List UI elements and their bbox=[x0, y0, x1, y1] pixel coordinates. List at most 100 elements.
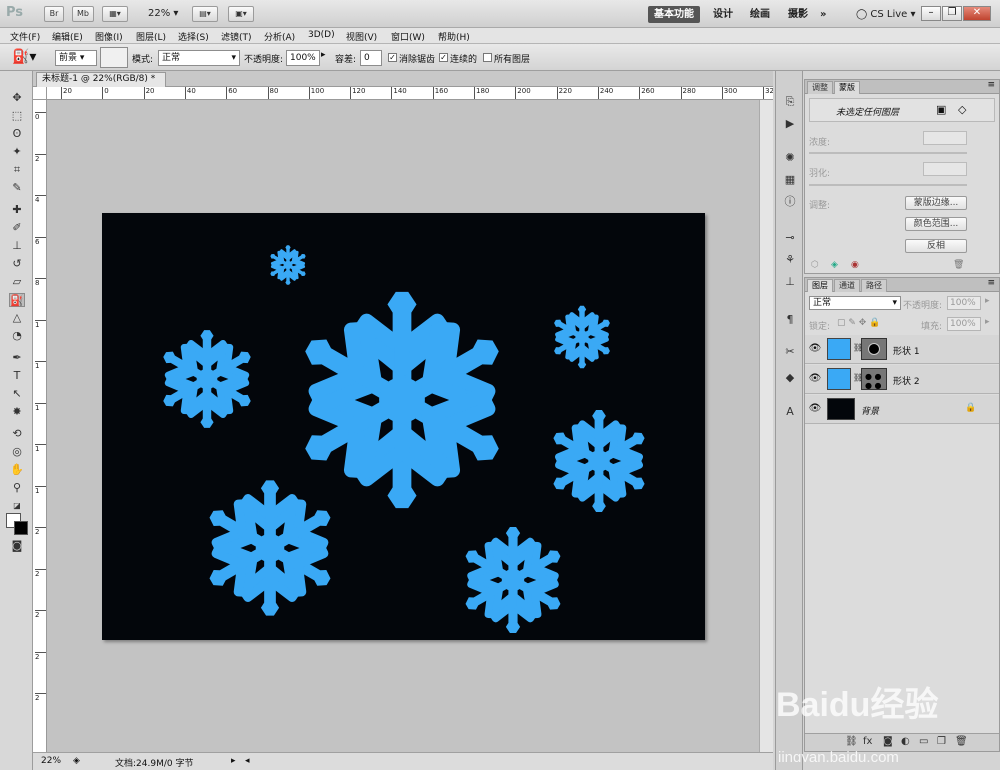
brushes-panel-icon[interactable]: ⊸ bbox=[782, 231, 798, 245]
color-range-button[interactable]: 颜色范围... bbox=[905, 217, 967, 231]
hand-tool-icon[interactable]: ✋ bbox=[9, 463, 25, 477]
clone-stamp-tool-icon[interactable]: ⊥ bbox=[9, 239, 25, 253]
feather-input[interactable] bbox=[923, 162, 967, 176]
quick-mask-icon[interactable]: ◙ bbox=[9, 539, 25, 553]
antialias-checkbox[interactable]: ✓ bbox=[388, 53, 397, 62]
feather-slider[interactable] bbox=[809, 184, 967, 186]
visibility-eye-icon[interactable]: 👁 bbox=[808, 342, 822, 356]
tab-adjustments[interactable]: 调整 bbox=[807, 81, 833, 94]
menu-image[interactable]: 图像(I) bbox=[95, 30, 123, 43]
load-selection-icon[interactable]: ⬡ bbox=[811, 260, 819, 270]
workspace-design[interactable]: 设计 bbox=[707, 6, 739, 23]
swap-colors-icon[interactable]: ◪ ⇄ bbox=[9, 499, 25, 524]
fill-input[interactable]: 100% bbox=[947, 317, 981, 331]
layer-opacity-input[interactable]: 100% bbox=[947, 296, 981, 310]
mask-edge-button[interactable]: 蒙版边缘... bbox=[905, 196, 967, 210]
lock-icons[interactable]: ▢ ✎ ✥ 🔒 bbox=[837, 318, 880, 328]
ruler-origin[interactable] bbox=[33, 87, 47, 100]
clone-source-panel-icon[interactable]: ⚘ bbox=[782, 253, 798, 267]
vector-mask-icon[interactable]: ◇ bbox=[958, 103, 966, 116]
paint-bucket-preset-icon[interactable]: ⛽▾ bbox=[12, 49, 36, 65]
healing-brush-tool-icon[interactable]: ✚ bbox=[9, 203, 25, 217]
workspace-photography[interactable]: 摄影 bbox=[782, 6, 814, 23]
paragraph-panel-icon[interactable]: ¶ bbox=[782, 313, 798, 327]
disable-mask-icon[interactable]: ◉ bbox=[851, 260, 859, 270]
paint-bucket-tool-icon[interactable]: ⛽ bbox=[9, 293, 25, 307]
density-slider[interactable] bbox=[809, 152, 967, 154]
info-panel-icon[interactable]: ⓘ bbox=[782, 195, 798, 209]
zoom-tool-icon[interactable]: ⚲ bbox=[9, 481, 25, 495]
menu-file[interactable]: 文件(F) bbox=[10, 30, 40, 43]
shape-tool-icon[interactable]: ✸ bbox=[9, 405, 25, 419]
document-tab[interactable]: 未标题-1 @ 22%(RGB/8) * ✕ bbox=[36, 72, 166, 97]
type-tool-icon[interactable]: T bbox=[9, 369, 25, 383]
workspace-painting[interactable]: 绘画 bbox=[744, 6, 776, 23]
panel-menu-icon[interactable]: ≡ bbox=[987, 80, 995, 90]
menu-edit[interactable]: 编辑(E) bbox=[52, 30, 83, 43]
quick-select-tool-icon[interactable]: ✦ bbox=[9, 145, 25, 159]
status-menu-arrow[interactable]: ▸ bbox=[231, 756, 236, 766]
minimize-button[interactable]: – bbox=[921, 6, 941, 21]
tab-channels[interactable]: 通道 bbox=[834, 279, 860, 292]
mode-select[interactable]: 正常 ▾ bbox=[158, 50, 240, 66]
vector-mask-thumbnail[interactable] bbox=[861, 338, 887, 360]
view-extras-button[interactable]: ▦▾ bbox=[102, 6, 128, 22]
blend-mode-select[interactable]: 正常 ▾ bbox=[809, 296, 901, 310]
brush-tool-icon[interactable]: ✐ bbox=[9, 221, 25, 235]
vector-mask-thumbnail[interactable]: ● ● ● ● bbox=[861, 368, 887, 390]
menu-layer[interactable]: 图层(L) bbox=[136, 30, 166, 43]
fill-source-select[interactable]: 前景 ▾ bbox=[55, 50, 97, 66]
status-zoom[interactable]: 22% bbox=[41, 756, 61, 766]
menu-filter[interactable]: 滤镜(T) bbox=[221, 30, 252, 43]
apply-mask-icon[interactable]: ◈ bbox=[831, 260, 838, 270]
blur-tool-icon[interactable]: △ bbox=[9, 311, 25, 325]
cs-live-button[interactable]: ◯ CS Live ▾ bbox=[850, 6, 922, 23]
density-input[interactable] bbox=[923, 131, 967, 145]
all-layers-checkbox[interactable] bbox=[483, 53, 492, 62]
tool-presets-panel-icon[interactable]: ✂ bbox=[782, 345, 798, 359]
layer-row-shape-1[interactable]: 👁 ⛓ 形状 1 bbox=[805, 335, 999, 364]
background-color-swatch[interactable] bbox=[14, 521, 28, 535]
menu-view[interactable]: 视图(V) bbox=[346, 30, 377, 43]
workspace-essentials[interactable]: 基本功能 bbox=[648, 6, 700, 23]
tolerance-input[interactable]: 0 bbox=[360, 50, 382, 66]
3d-orbit-tool-icon[interactable]: ◎ bbox=[9, 445, 25, 459]
move-tool-icon[interactable]: ✥ bbox=[9, 91, 25, 105]
layer-row-background[interactable]: 👁 背景 🔒 bbox=[805, 395, 999, 424]
eyedropper-tool-icon[interactable]: ✎ bbox=[9, 181, 25, 195]
eraser-tool-icon[interactable]: ▱ bbox=[9, 275, 25, 289]
pixel-mask-icon[interactable]: ▣ bbox=[936, 103, 946, 116]
menu-window[interactable]: 窗口(W) bbox=[391, 30, 425, 43]
status-info-icon[interactable]: ◈ bbox=[73, 756, 80, 766]
tab-masks[interactable]: 蒙版 bbox=[834, 81, 860, 94]
invert-button[interactable]: 反相 bbox=[905, 239, 967, 253]
menu-analysis[interactable]: 分析(A) bbox=[264, 30, 295, 43]
visibility-eye-icon[interactable]: 👁 bbox=[808, 402, 822, 416]
menu-3d[interactable]: 3D(D) bbox=[308, 30, 335, 40]
dodge-tool-icon[interactable]: ◔ bbox=[9, 329, 25, 343]
screen-mode-button[interactable]: ▣▾ bbox=[228, 6, 254, 22]
3d-panel-icon[interactable]: ◆ bbox=[782, 371, 798, 385]
workspace-more[interactable]: » bbox=[814, 6, 832, 23]
layer-opacity-slider-toggle[interactable]: ▸ bbox=[985, 296, 990, 306]
restore-button[interactable]: ❐ bbox=[942, 6, 962, 21]
tab-layers[interactable]: 图层 bbox=[807, 279, 833, 292]
crop-tool-icon[interactable]: ⌗ bbox=[9, 163, 25, 177]
bridge-button[interactable]: Br bbox=[44, 6, 64, 22]
opacity-input[interactable]: 100% bbox=[286, 50, 320, 66]
horizontal-scroll-left[interactable]: ◂ bbox=[245, 756, 250, 766]
opacity-slider-toggle[interactable]: ▸ bbox=[321, 50, 326, 60]
close-button[interactable]: ✕ bbox=[963, 6, 991, 21]
lasso-tool-icon[interactable]: ʘ bbox=[9, 127, 25, 141]
visibility-eye-icon[interactable]: 👁 bbox=[808, 372, 822, 386]
document-canvas[interactable] bbox=[102, 213, 705, 640]
pen-tool-icon[interactable]: ✒ bbox=[9, 351, 25, 365]
history-brush-tool-icon[interactable]: ↺ bbox=[9, 257, 25, 271]
layer-row-shape-2[interactable]: 👁 ⛓ ● ● ● ● 形状 2 bbox=[805, 365, 999, 394]
pattern-picker[interactable] bbox=[100, 47, 128, 68]
layers-menu-icon[interactable]: ≡ bbox=[987, 278, 995, 288]
stamp-panel-icon[interactable]: ⊥ bbox=[782, 275, 798, 289]
contiguous-checkbox[interactable]: ✓ bbox=[439, 53, 448, 62]
arrange-documents-button[interactable]: ▤▾ bbox=[192, 6, 218, 22]
character-panel-icon[interactable]: A bbox=[782, 405, 798, 419]
